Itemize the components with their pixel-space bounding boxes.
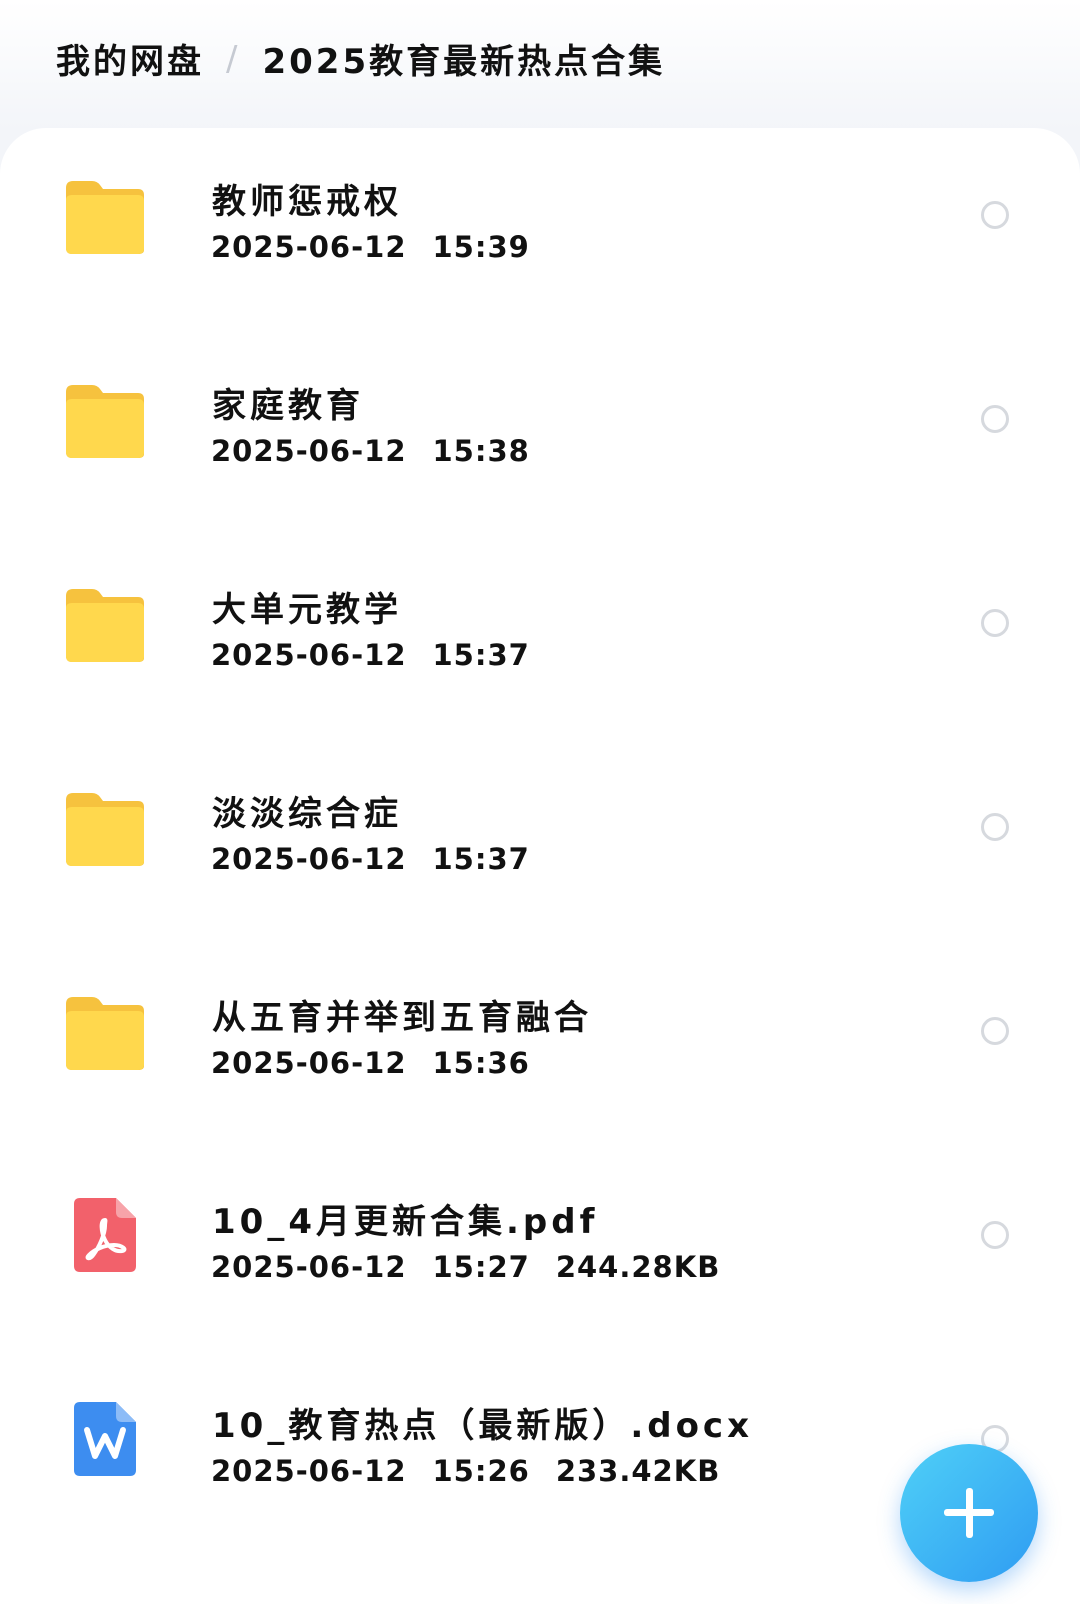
file-date: 2025-06-12 [211,434,407,468]
select-radio[interactable] [981,405,1009,433]
file-date: 2025-06-12 [211,842,407,876]
file-date: 2025-06-12 [211,1250,407,1284]
file-time: 15:27 [432,1250,530,1284]
add-button[interactable] [900,1444,1038,1582]
file-list: 教师惩戒权 2025-06-12 15:39 家庭教育 2025-06-12 1… [0,138,1080,1566]
file-time: 15:26 [432,1454,530,1488]
file-name: 10_教育热点（最新版）.docx [212,1406,754,1446]
file-size: 244.28KB [555,1250,721,1284]
file-name: 教师惩戒权 [212,182,402,222]
breadcrumb-current: 2025教育最新热点合集 [262,42,666,82]
file-row[interactable]: 10_4月更新合集.pdf 2025-06-12 15:27 244.28KB [0,1158,1080,1362]
select-radio[interactable] [981,609,1009,637]
select-radio[interactable] [981,813,1009,841]
file-date: 2025-06-12 [211,1454,407,1488]
select-radio[interactable] [981,1221,1009,1249]
file-row[interactable]: 大单元教学 2025-06-12 15:37 [0,546,1080,750]
word-file-icon [72,1400,138,1478]
file-name: 淡淡综合症 [212,794,402,834]
file-name: 大单元教学 [212,590,402,630]
file-date: 2025-06-12 [211,1046,407,1080]
file-name: 从五育并举到五育融合 [212,998,592,1038]
file-date: 2025-06-12 [211,230,407,264]
file-time: 15:36 [432,1046,530,1080]
file-name: 10_4月更新合集.pdf [212,1202,599,1242]
file-meta: 2025-06-12 15:39 [211,230,530,264]
select-radio[interactable] [981,201,1009,229]
file-row[interactable]: 从五育并举到五育融合 2025-06-12 15:36 [0,954,1080,1158]
file-meta: 2025-06-12 15:37 [211,842,530,876]
file-name: 家庭教育 [212,386,364,426]
folder-icon [62,790,148,868]
file-time: 15:38 [432,434,530,468]
folder-icon [62,382,148,460]
folder-icon [62,178,148,256]
file-row[interactable]: 家庭教育 2025-06-12 15:38 [0,342,1080,546]
breadcrumb-root[interactable]: 我的网盘 [56,34,204,83]
file-meta: 2025-06-12 15:37 [211,638,530,672]
file-list-panel: 教师惩戒权 2025-06-12 15:39 家庭教育 2025-06-12 1… [0,128,1080,1604]
select-radio[interactable] [981,1017,1009,1045]
file-meta: 2025-06-12 15:26 233.42KB [211,1454,720,1488]
file-row[interactable]: 淡淡综合症 2025-06-12 15:37 [0,750,1080,954]
file-time: 15:37 [432,638,530,672]
file-time: 15:39 [432,230,530,264]
folder-icon [62,994,148,1072]
top-bar: 我的网盘 / 2025教育最新热点合集 [0,0,1080,130]
plus-icon [966,1488,973,1538]
file-meta: 2025-06-12 15:38 [211,434,530,468]
file-date: 2025-06-12 [211,638,407,672]
folder-icon [62,586,148,664]
breadcrumb: 我的网盘 / 2025教育最新热点合集 [56,34,665,83]
breadcrumb-separator: / [226,38,241,79]
file-row[interactable]: 教师惩戒权 2025-06-12 15:39 [0,138,1080,342]
file-meta: 2025-06-12 15:36 [211,1046,530,1080]
file-meta: 2025-06-12 15:27 244.28KB [211,1250,720,1284]
file-time: 15:37 [432,842,530,876]
pdf-file-icon [72,1196,138,1274]
file-size: 233.42KB [555,1454,721,1488]
